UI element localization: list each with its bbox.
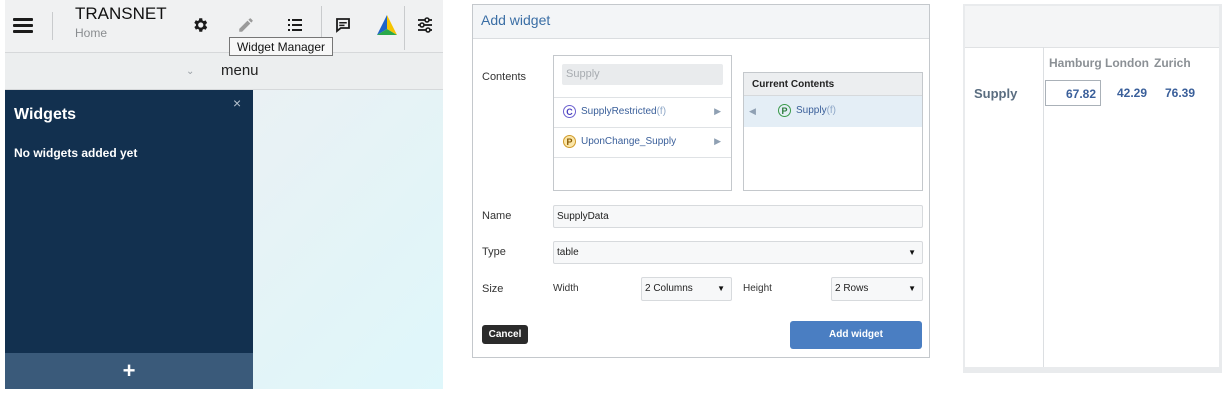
height-value: 2 Rows	[835, 283, 869, 294]
toolbar-divider	[52, 12, 53, 40]
list-icon[interactable]	[282, 12, 308, 38]
size-label: Size	[482, 283, 504, 295]
width-value: 2 Columns	[645, 283, 693, 294]
add-widget-button[interactable]: +	[5, 353, 253, 389]
current-contents-header: Current Contents	[744, 73, 922, 96]
table-cell[interactable]: 76.39	[1151, 80, 1195, 106]
column-header: Zurich	[1154, 56, 1191, 70]
gear-icon[interactable]	[187, 12, 213, 38]
close-icon[interactable]: ×	[233, 95, 241, 111]
widget-header	[965, 6, 1219, 48]
item-suffix: (f)	[656, 106, 667, 117]
type-label: Type	[482, 246, 506, 258]
logo-icon[interactable]	[374, 12, 400, 38]
contents-search-input[interactable]: Supply	[562, 64, 723, 85]
column-header: Hamburg	[1049, 56, 1102, 70]
table-cell[interactable]: 42.29	[1103, 80, 1147, 106]
height-label: Height	[743, 283, 772, 294]
menu-label: menu	[221, 62, 259, 79]
item-name: SupplyRestricted	[581, 106, 657, 117]
list-item-label: SupplyRestricted(f)	[581, 106, 666, 117]
class-badge-icon: C	[563, 105, 576, 118]
table-widget: Hamburg London Zurich Supply 67.82 42.29…	[965, 6, 1219, 367]
name-label: Name	[482, 210, 512, 222]
type-select[interactable]: table ▼	[553, 241, 923, 264]
dropdown-arrow-icon: ▼	[908, 284, 916, 293]
list-item[interactable]: ◀ P Supply(f)	[744, 96, 922, 127]
parameter-badge-icon: P	[778, 104, 791, 117]
app-subtitle: Home	[75, 26, 108, 40]
top-toolbar: TRANSNET Home	[5, 0, 443, 53]
dropdown-arrow-icon: ▼	[908, 248, 916, 257]
height-select[interactable]: 2 Rows ▼	[831, 277, 923, 301]
dialog-header: Add widget	[473, 5, 929, 39]
width-select[interactable]: 2 Columns ▼	[641, 277, 732, 301]
menu-icon[interactable]	[13, 18, 33, 34]
type-value: table	[557, 247, 579, 258]
arrow-right-icon[interactable]: ▶	[714, 136, 721, 147]
arrow-left-icon[interactable]: ◀	[749, 106, 756, 117]
list-item[interactable]: P UponChange_Supply ▶	[554, 127, 731, 157]
list-divider	[554, 157, 731, 158]
list-item[interactable]: C SupplyRestricted(f) ▶	[554, 97, 731, 127]
empty-widgets-message: No widgets added yet	[14, 146, 138, 160]
sidebar-title: Widgets	[14, 106, 77, 123]
menu-bar[interactable]: ⌄ menu	[5, 53, 443, 90]
widget-manager-tooltip: Widget Manager	[229, 37, 333, 56]
parameter-badge-icon: P	[563, 135, 576, 148]
list-item-label: UponChange_Supply	[581, 136, 676, 147]
chevron-down-icon: ⌄	[186, 66, 195, 77]
comment-icon[interactable]	[330, 12, 356, 38]
dialog-title: Add widget	[481, 12, 551, 28]
row-header-divider	[1043, 47, 1044, 367]
add-widget-dialog: Add widget Contents Supply C SupplyRestr…	[472, 4, 930, 358]
toolbar-divider	[404, 6, 405, 50]
app-window: TRANSNET Home ⌄ menu Widgets × No widget…	[5, 0, 443, 389]
row-header: Supply	[974, 86, 1018, 101]
contents-label: Contents	[482, 71, 527, 83]
app-title: TRANSNET	[75, 4, 167, 23]
item-name: Supply	[796, 105, 827, 116]
sliders-icon[interactable]	[412, 12, 438, 38]
arrow-right-icon[interactable]: ▶	[714, 106, 721, 117]
cancel-button[interactable]: Cancel	[482, 325, 528, 344]
name-field[interactable]: SupplyData	[553, 205, 923, 228]
current-contents-list: Current Contents ◀ P Supply(f)	[743, 72, 923, 191]
pencil-icon[interactable]	[233, 12, 259, 38]
column-header: London	[1105, 56, 1149, 70]
width-label: Width	[553, 283, 579, 294]
item-suffix: (f)	[826, 105, 837, 116]
list-item-label: Supply(f)	[796, 105, 836, 116]
plus-icon: +	[122, 358, 136, 383]
dropdown-arrow-icon: ▼	[717, 284, 725, 293]
table-cell[interactable]: 67.82	[1045, 80, 1101, 106]
item-name: UponChange_Supply	[581, 136, 677, 147]
available-contents-list: Supply C SupplyRestricted(f) ▶ P UponCha…	[553, 55, 732, 191]
widgets-sidebar: Widgets × No widgets added yet +	[5, 90, 253, 389]
widget-preview: Hamburg London Zurich Supply 67.82 42.29…	[963, 4, 1222, 373]
add-widget-submit-button[interactable]: Add widget	[790, 321, 922, 349]
dashboard-canvas	[253, 90, 443, 389]
